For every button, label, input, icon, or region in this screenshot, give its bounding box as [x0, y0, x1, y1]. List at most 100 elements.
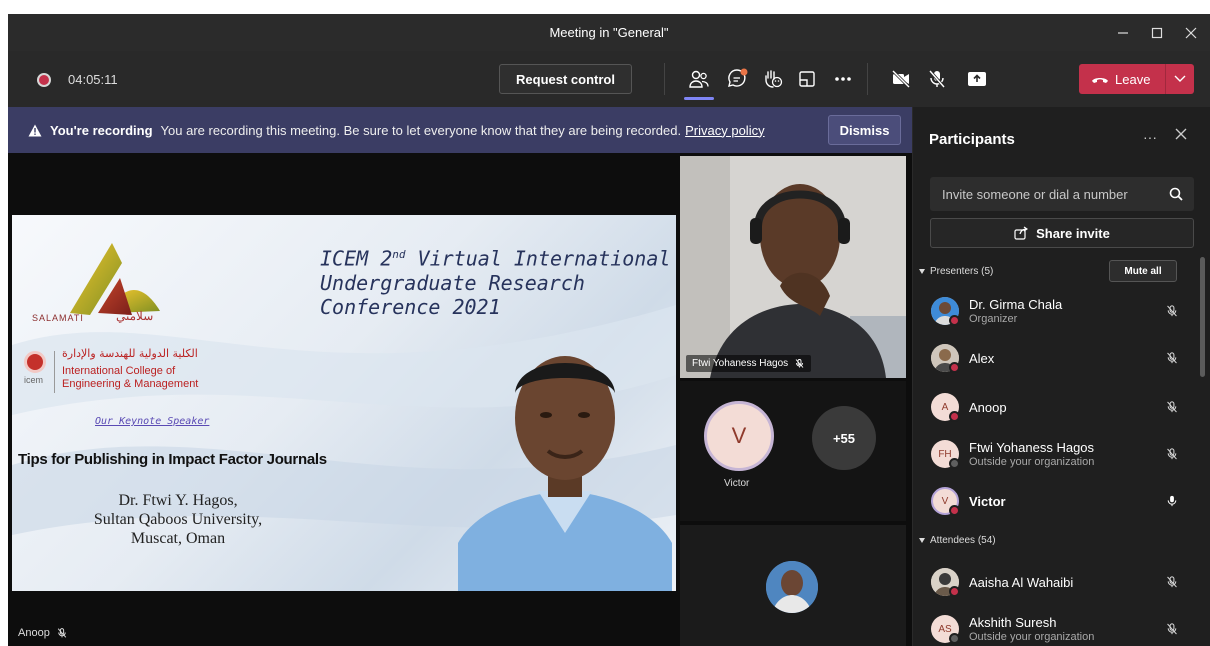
chat-icon[interactable] — [724, 65, 750, 93]
collapse-chevron-icon — [919, 269, 925, 274]
participant-row[interactable]: FH Ftwi Yohaness Hagos Outside your orga… — [931, 435, 1193, 475]
speaker-affiliation: Sultan Qaboos University, — [93, 511, 263, 528]
leave-options-chevron-icon[interactable] — [1166, 64, 1194, 94]
mic-muted-icon[interactable] — [1165, 304, 1179, 323]
presenters-count: Presenters (5) — [930, 266, 994, 277]
share-icon — [1014, 226, 1029, 240]
speaker-name: Dr. Ftwi Y. Hagos, — [118, 492, 238, 509]
minimize-icon[interactable] — [1106, 14, 1140, 51]
privacy-policy-link[interactable]: Privacy policy — [685, 123, 764, 138]
breakout-rooms-icon[interactable] — [794, 65, 820, 93]
presenters-header[interactable]: Presenters (5) — [919, 266, 993, 277]
attendees-count: Attendees (54) — [930, 535, 996, 546]
leave-button[interactable]: Leave — [1079, 64, 1194, 94]
leave-main[interactable]: Leave — [1079, 64, 1165, 94]
participant-org: Outside your organization — [969, 456, 1095, 468]
mic-muted-icon[interactable] — [1165, 575, 1179, 594]
presenter-name-tag: Anoop — [18, 627, 68, 639]
close-window-icon[interactable] — [1174, 14, 1208, 51]
mic-on-icon[interactable] — [1165, 494, 1179, 513]
participant-row[interactable]: A Anoop — [931, 388, 1193, 428]
title-line3: Conference 2021 — [320, 294, 501, 319]
keynote-label: Our Keynote Speaker — [95, 416, 210, 427]
window-title: Meeting in "General" — [549, 25, 669, 40]
title-line2: Undergraduate Research — [320, 270, 585, 295]
search-icon[interactable] — [1169, 187, 1183, 206]
participant-name: Dr. Girma Chala — [969, 297, 1063, 312]
presence-busy-icon — [949, 411, 960, 422]
speaker-photo — [458, 356, 672, 591]
participant-row[interactable]: Alex — [931, 339, 1193, 379]
attendees-header[interactable]: Attendees (54) — [919, 535, 996, 546]
presence-busy-icon — [949, 362, 960, 373]
mic-muted-icon[interactable] — [1165, 622, 1179, 641]
presence-external-icon — [949, 633, 960, 644]
collapse-chevron-icon — [919, 538, 925, 543]
icem-logo-icon — [24, 351, 46, 373]
video-tile-ftwi[interactable]: Ftwi Yohaness Hagos — [680, 156, 906, 378]
meeting-stage: SALAMATI سلامتي icem الكلية الدولية للهن… — [8, 153, 912, 646]
video-participant-name: Ftwi Yohaness Hagos — [692, 358, 789, 369]
maximize-icon[interactable] — [1140, 14, 1174, 51]
reactions-icon[interactable] — [760, 65, 786, 93]
mic-muted-icon[interactable] — [1165, 400, 1179, 419]
dismiss-button[interactable]: Dismiss — [828, 115, 901, 145]
title-sup: nd — [392, 248, 406, 261]
more-actions-icon[interactable] — [830, 65, 856, 93]
mic-muted-icon[interactable] — [1165, 447, 1179, 466]
mute-all-button[interactable]: Mute all — [1109, 260, 1177, 282]
phone-hangup-icon — [1092, 78, 1108, 83]
participant-row[interactable]: V Victor — [931, 482, 1193, 522]
banner-title: You're recording — [50, 122, 153, 138]
participant-name: Akshith Suresh — [969, 615, 1057, 630]
participant-name: Ftwi Yohaness Hagos — [969, 440, 1095, 455]
mic-muted-icon — [57, 628, 67, 638]
participant-row[interactable]: AS Akshith Suresh Outside your organizat… — [931, 610, 1193, 646]
presence-busy-icon — [949, 315, 960, 326]
salamati-wordmark: SALAMATI — [32, 313, 84, 323]
title-line1-rest: Virtual International — [405, 246, 671, 271]
participant-name: Victor — [969, 494, 1006, 509]
leave-label: Leave — [1115, 71, 1151, 87]
salamati-arabic: سلامتي — [116, 309, 154, 323]
title-line1: ICEM 2 — [320, 246, 393, 271]
banner-message: You are recording this meeting. Be sure … — [160, 122, 682, 138]
camera-off-icon[interactable] — [888, 65, 914, 93]
more-participants-badge[interactable]: +55 — [812, 406, 876, 470]
mic-muted-icon[interactable] — [924, 65, 950, 93]
share-invite-button[interactable]: Share invite — [930, 218, 1194, 248]
mic-muted-icon[interactable] — [1165, 351, 1179, 370]
share-content-icon[interactable] — [964, 65, 990, 93]
meeting-toolbar: 04:05:11 Request control Leave — [8, 51, 1210, 107]
avatar-tiles: V Victor +55 — [680, 381, 906, 521]
participants-panel: Participants ··· Share invite Presenters… — [912, 107, 1210, 646]
participant-row[interactable]: Dr. Girma Chala Organizer — [931, 292, 1193, 332]
panel-close-icon[interactable] — [1175, 127, 1187, 145]
recording-indicator-icon — [37, 73, 51, 87]
victor-avatar[interactable]: V — [704, 401, 774, 471]
request-control-button[interactable]: Request control — [499, 64, 632, 94]
share-invite-label: Share invite — [1036, 225, 1110, 241]
shared-slide: SALAMATI سلامتي icem الكلية الدولية للهن… — [12, 215, 676, 591]
participant-name: Alex — [969, 351, 995, 366]
presence-external-icon — [949, 458, 960, 469]
invite-search-input[interactable] — [930, 177, 1194, 211]
college-arabic: الكلية الدولية للهندسة والإدارة — [62, 347, 198, 360]
college-name-2: Engineering & Management — [62, 378, 199, 390]
participant-name: Aaisha Al Wahaibi — [969, 575, 1074, 590]
panel-title: Participants — [929, 131, 1015, 148]
meeting-timer: 04:05:11 — [68, 72, 118, 87]
panel-more-options-icon[interactable]: ··· — [1143, 129, 1157, 145]
participant-row[interactable]: Aaisha Al Wahaibi — [931, 563, 1193, 603]
speaker-location: Muscat, Oman — [130, 530, 226, 547]
participant-tile[interactable] — [680, 525, 906, 646]
warning-icon — [28, 124, 42, 136]
presenter-name: Anoop — [18, 627, 50, 639]
toolbar-divider — [867, 63, 868, 95]
panel-scrollbar[interactable] — [1200, 257, 1205, 377]
icem-short: icem — [24, 375, 44, 385]
participants-icon[interactable] — [686, 65, 712, 93]
title-bar: Meeting in "General" — [8, 14, 1210, 51]
speaker-block: Dr. Ftwi Y. Hagos, Sultan Qaboos Univers… — [68, 491, 288, 548]
talk-title: Tips for Publishing in Impact Factor Jou… — [18, 451, 327, 468]
